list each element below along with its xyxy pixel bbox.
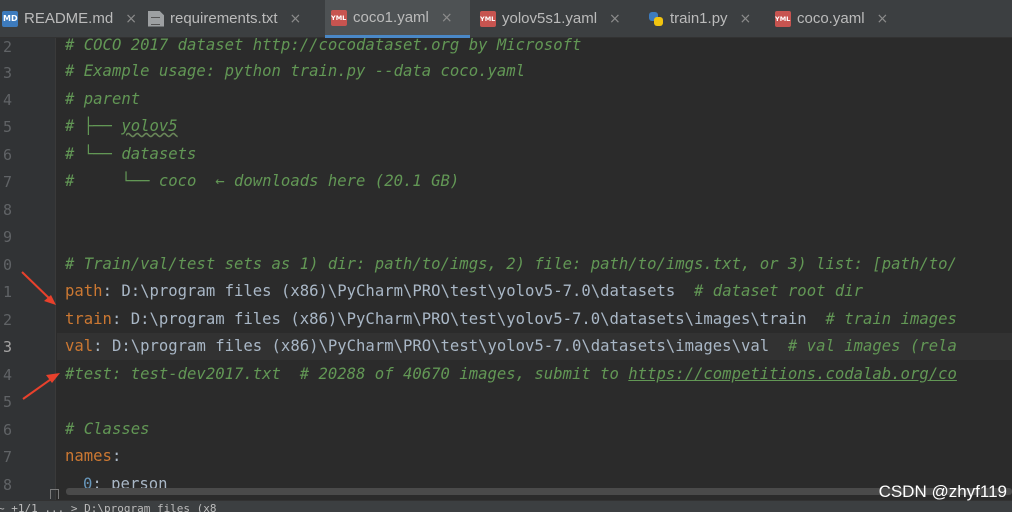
- yaml-key: path: [65, 282, 103, 300]
- tab-coco-yaml[interactable]: coco.yaml ×: [769, 0, 888, 37]
- red-arrow-annotation-icon: [22, 373, 60, 400]
- comment: # Classes: [65, 420, 150, 438]
- comment: # Train/val/test sets as 1) dir: path/to…: [65, 255, 957, 273]
- editor-tab-bar: README.md × requirements.txt × coco1.yam…: [0, 0, 1012, 38]
- tab-train1-py[interactable]: train1.py ×: [642, 0, 751, 37]
- line-number: 7: [2, 173, 12, 191]
- comment-url-link[interactable]: https://competitions.codalab.org/co: [628, 365, 957, 383]
- line-number: 8: [2, 201, 12, 219]
- yaml-value: : D:\program files (x86)\PyCharm\PRO\tes…: [111, 310, 826, 328]
- tab-label: train1.py: [670, 10, 728, 27]
- line-number: 0: [2, 256, 12, 274]
- tab-label: yolov5s1.yaml: [502, 10, 598, 27]
- code-line-16: # Classes: [57, 416, 1012, 443]
- yaml-file-icon: [331, 9, 347, 26]
- yaml-file-icon: [775, 10, 791, 27]
- code-editor[interactable]: # COCO 2017 dataset http://cocodataset.o…: [57, 38, 1012, 511]
- yaml-key: train: [65, 310, 112, 328]
- red-arrow-annotation-icon: [21, 271, 56, 305]
- tab-label: README.md: [24, 10, 114, 27]
- markdown-file-icon: [2, 10, 18, 27]
- python-file-icon: [648, 11, 664, 27]
- line-number: 7: [2, 448, 12, 466]
- line-number: 1: [2, 283, 12, 301]
- comment: # COCO 2017 dataset http://cocodataset.o…: [65, 38, 582, 54]
- line-number: 9: [2, 228, 12, 246]
- code-line-11: path: D:\program files (x86)\PyCharm\PRO…: [57, 278, 1012, 305]
- horizontal-scrollbar[interactable]: [66, 488, 1012, 495]
- line-number: 5: [2, 393, 12, 411]
- comment: # parent: [65, 90, 141, 108]
- text-file-icon: [148, 10, 164, 27]
- code-line-4: # parent: [57, 86, 1012, 113]
- comment: # └── datasets: [65, 145, 197, 163]
- line-number: 8: [2, 476, 12, 494]
- comment: # dataset root dir: [694, 282, 864, 300]
- line-number: 3: [2, 64, 12, 82]
- tab-requirements[interactable]: requirements.txt ×: [142, 0, 301, 37]
- comment: # val images (rela: [787, 337, 957, 355]
- yaml-value: : D:\program files (x86)\PyCharm\PRO\tes…: [93, 337, 788, 355]
- watermark-text: CSDN @zhyf119: [878, 482, 1007, 501]
- close-icon[interactable]: ×: [877, 11, 889, 27]
- tab-yolov5s1-yaml[interactable]: yolov5s1.yaml ×: [474, 0, 621, 37]
- code-line-5: # ├── yolov5: [57, 113, 1012, 140]
- tab-label: requirements.txt: [170, 10, 278, 27]
- line-number: 5: [2, 118, 12, 136]
- tab-coco1-yaml[interactable]: coco1.yaml ×: [325, 0, 470, 38]
- yaml-value: : D:\program files (x86)\PyCharm\PRO\tes…: [102, 282, 695, 300]
- line-number-current: 3: [2, 338, 12, 356]
- comment: # Example usage: python train.py --data …: [65, 62, 526, 80]
- code-line-2: # COCO 2017 dataset http://cocodataset.o…: [57, 38, 1012, 59]
- tab-label: coco.yaml: [797, 10, 865, 27]
- line-number: 6: [2, 146, 12, 164]
- breadcrumb-status-bar: ~ +1/1 ... > D:\program files (x8: [0, 500, 1012, 512]
- close-icon[interactable]: ×: [125, 11, 137, 27]
- comment: # ├──: [65, 117, 122, 135]
- comment: # └── coco ← downloads here (20.1 GB): [65, 172, 460, 190]
- line-number: 4: [2, 91, 12, 109]
- code-line-7: # └── coco ← downloads here (20.1 GB): [57, 168, 1012, 195]
- close-icon[interactable]: ×: [290, 11, 302, 27]
- line-number: 6: [2, 421, 12, 439]
- line-number: 4: [2, 366, 12, 384]
- close-icon[interactable]: ×: [609, 11, 621, 27]
- yaml-colon: :: [111, 447, 122, 465]
- yaml-key: val: [65, 337, 94, 355]
- tab-label: coco1.yaml: [353, 9, 429, 26]
- line-number: 2: [2, 38, 12, 56]
- yaml-file-icon: [480, 10, 496, 27]
- code-line-3: # Example usage: python train.py --data …: [57, 58, 1012, 85]
- comment: #test: test-dev2017.txt # 20288 of 40670…: [65, 365, 629, 383]
- comment: # train images: [825, 310, 957, 328]
- code-line-14: #test: test-dev2017.txt # 20288 of 40670…: [57, 361, 1012, 388]
- close-icon[interactable]: ×: [740, 11, 752, 27]
- tab-readme[interactable]: README.md ×: [0, 0, 137, 37]
- code-line-13: val: D:\program files (x86)\PyCharm\PRO\…: [57, 333, 1012, 360]
- yaml-key: names: [65, 447, 112, 465]
- comment-link[interactable]: yolov5: [121, 117, 177, 135]
- code-line-17: names:: [57, 443, 1012, 470]
- code-line-10: # Train/val/test sets as 1) dir: path/to…: [57, 251, 1012, 278]
- code-line-6: # └── datasets: [57, 141, 1012, 168]
- close-icon[interactable]: ×: [441, 10, 453, 26]
- code-line-12: train: D:\program files (x86)\PyCharm\PR…: [57, 306, 1012, 333]
- line-number: 2: [2, 311, 12, 329]
